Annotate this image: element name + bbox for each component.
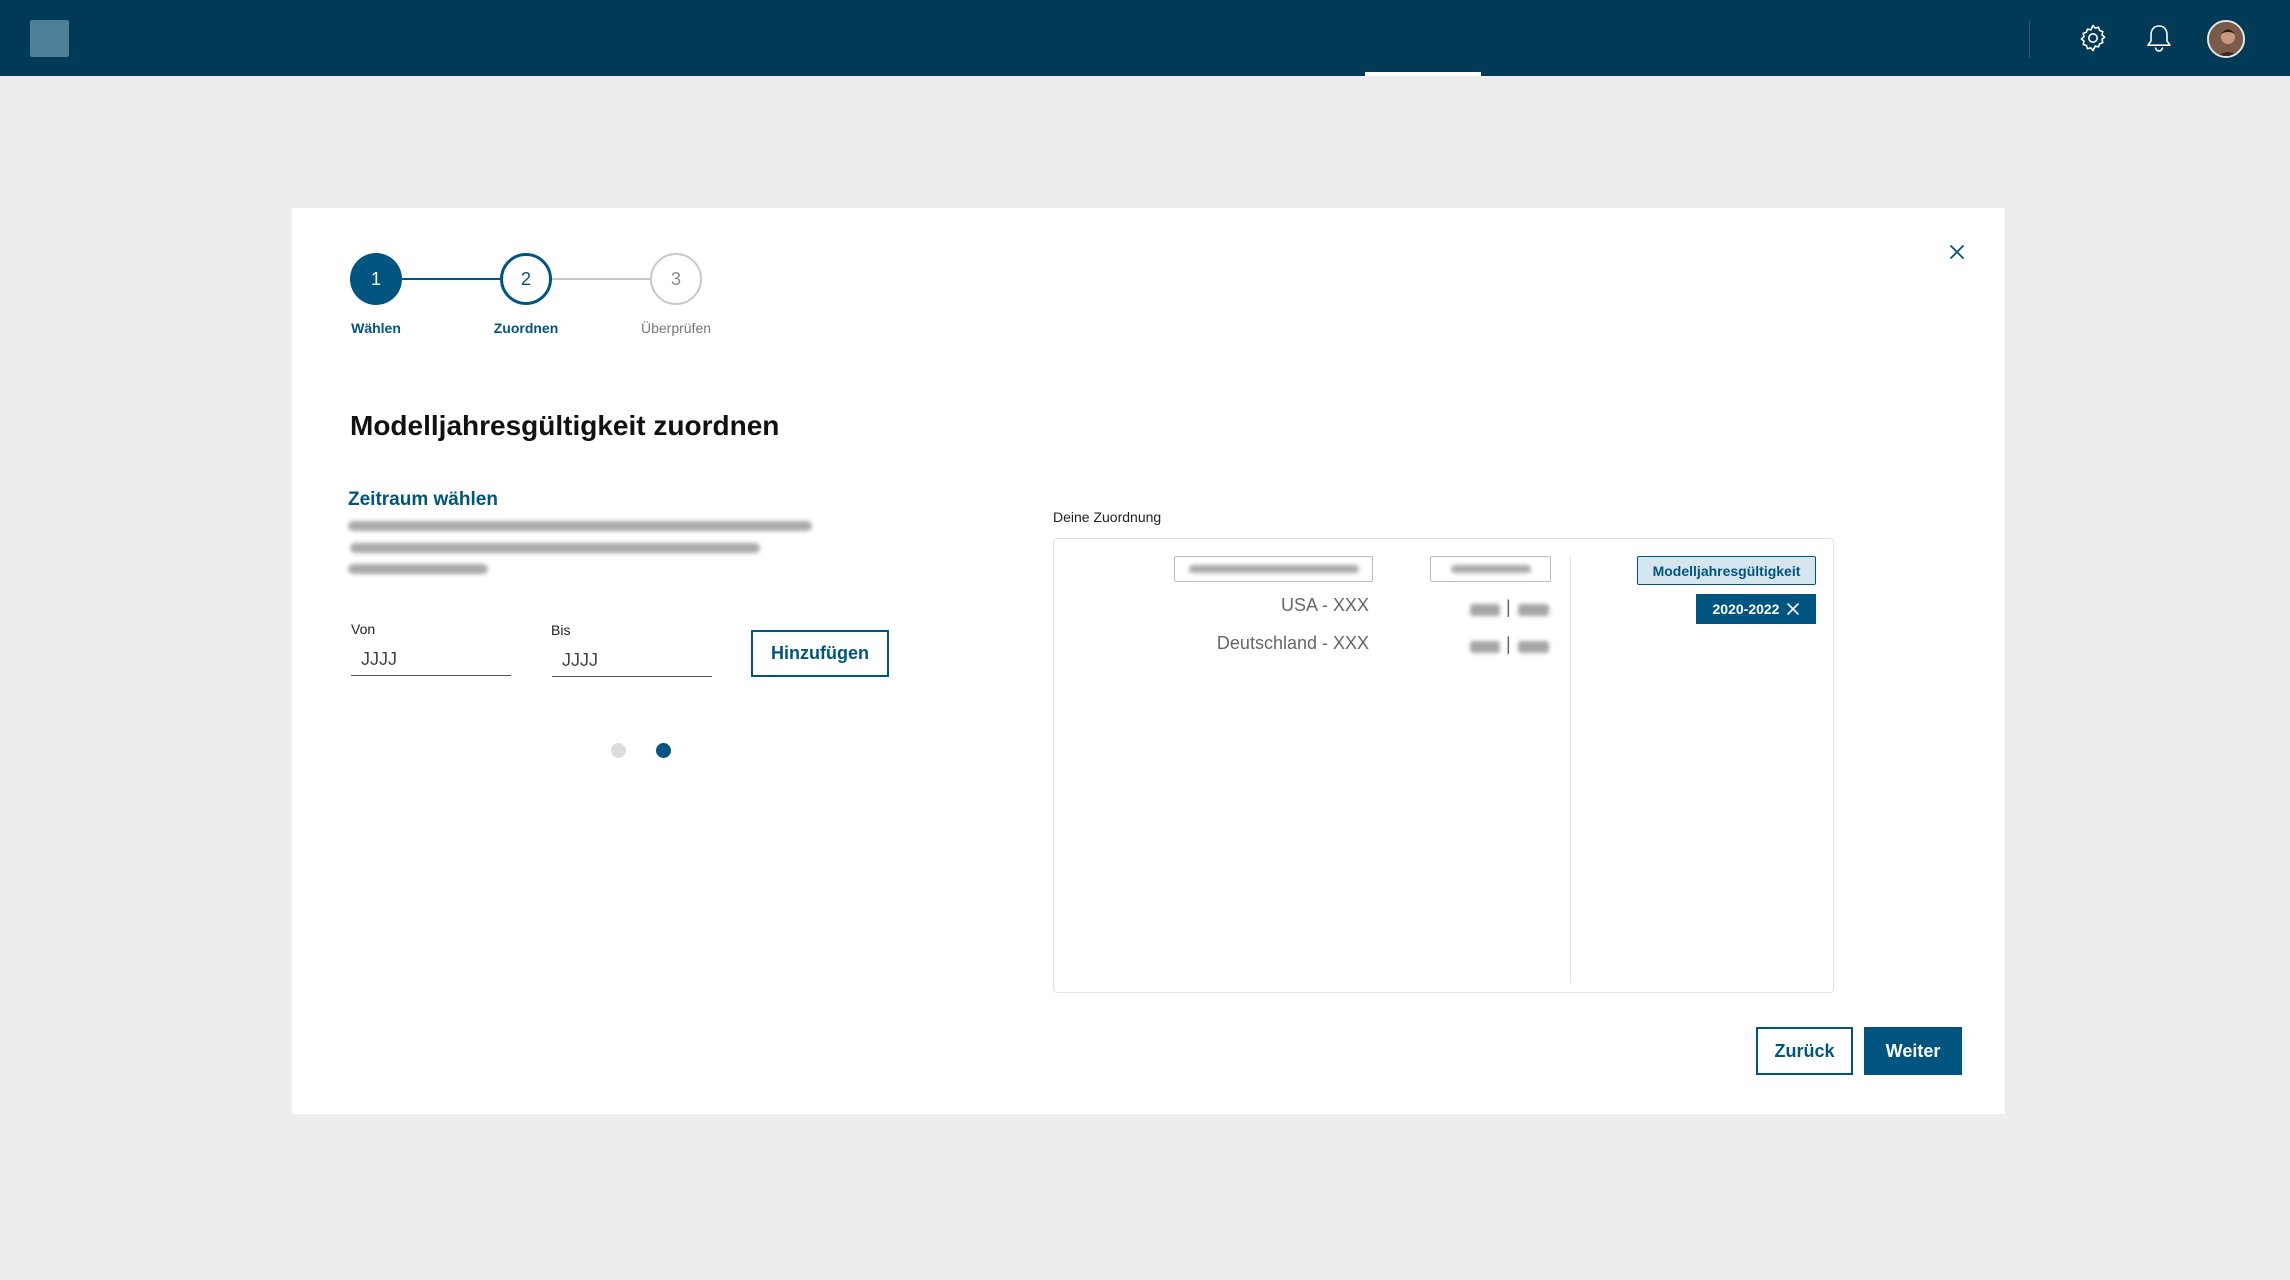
redacted-code-1a (1470, 604, 1500, 616)
section-title: Zeitraum wählen (348, 489, 498, 510)
page-title: Modelljahresgültigkeit zuordnen (350, 410, 780, 441)
active-nav-indicator (1365, 72, 1481, 76)
to-year-input[interactable] (552, 639, 712, 677)
pagination-dot-1[interactable] (611, 743, 626, 758)
stepper-connector-1 (402, 278, 500, 280)
code-separator: | (1506, 634, 1511, 654)
step-3-circle: 3 (650, 253, 702, 305)
app-logo[interactable] (30, 20, 69, 57)
model-year-range-label: 2020-2022 (1712, 601, 1780, 617)
redacted-code-2a (1470, 641, 1500, 653)
redacted-description-line-1 (348, 521, 812, 531)
step-1-circle[interactable]: 1 (350, 253, 402, 305)
notifications-button[interactable] (2141, 20, 2177, 56)
assignment-row-1-name: USA - XXX (1280, 595, 1369, 615)
user-avatar[interactable] (2207, 20, 2245, 58)
next-button[interactable]: Weiter (1864, 1027, 1962, 1075)
redacted-description-line-2 (350, 543, 760, 553)
close-icon[interactable] (1787, 603, 1800, 615)
redacted-description-line-3 (348, 564, 488, 574)
bell-icon (2147, 25, 2171, 52)
stepper-connector-2 (552, 278, 650, 280)
settings-button[interactable] (2075, 20, 2111, 56)
step-2-label: Zuordnen (493, 320, 559, 336)
close-dialog-button[interactable] (1945, 240, 1969, 264)
gear-icon (2080, 24, 2106, 52)
from-year-input[interactable] (351, 638, 511, 676)
redacted-code-1b (1518, 604, 1549, 616)
assignment-label: Deine Zuordnung (1053, 509, 1162, 525)
model-year-range-chip[interactable]: 2020-2022 (1696, 594, 1816, 624)
redacted-column-header-2 (1430, 556, 1551, 582)
back-button[interactable]: Zurück (1756, 1027, 1853, 1075)
code-separator: | (1506, 597, 1511, 617)
add-button[interactable]: Hinzufügen (751, 630, 889, 677)
redacted-code-2b (1518, 641, 1549, 653)
panel-divider (1570, 555, 1571, 983)
step-1-label: Wählen (351, 320, 401, 336)
topbar-divider (2029, 20, 2030, 58)
step-2-circle[interactable]: 2 (500, 253, 552, 305)
top-navigation-bar (0, 0, 2290, 76)
redacted-column-header-1 (1174, 556, 1373, 582)
to-label: Bis (551, 622, 571, 638)
from-label: Von (351, 621, 376, 637)
model-year-validity-header-tag: Modelljahresgültigkeit (1637, 556, 1816, 585)
step-3-label: Überprüfen (640, 320, 712, 336)
pagination-dot-2[interactable] (656, 743, 671, 758)
assignment-row-2-name: Deutschland - XXX (1216, 633, 1369, 653)
close-icon (1950, 245, 1964, 259)
